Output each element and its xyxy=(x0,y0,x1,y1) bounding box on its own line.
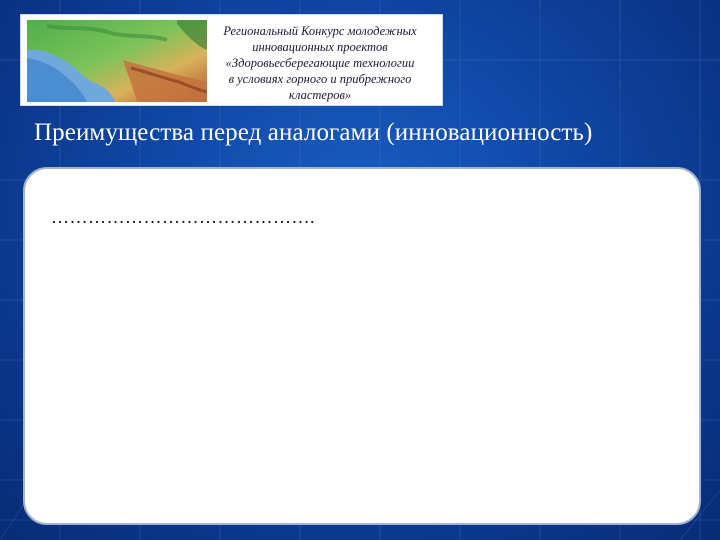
contest-title: Региональный Конкурс молодежных инноваци… xyxy=(199,23,441,103)
body-placeholder[interactable]: ……………………………………. xyxy=(51,207,315,227)
contest-title-line: в условиях горного и прибрежного xyxy=(228,72,412,86)
contest-title-line: Региональный Конкурс молодежных xyxy=(223,24,417,38)
slide-title: Преимущества перед аналогами (инновацион… xyxy=(34,119,593,146)
contest-title-line: «Здоровьесберегающие технологии xyxy=(225,56,415,70)
contest-title-line: кластеров» xyxy=(288,88,352,102)
relief-map-image xyxy=(27,20,207,102)
contest-title-line: инновационных проектов xyxy=(252,40,388,54)
header-banner: Региональный Конкурс молодежных инноваци… xyxy=(20,14,443,106)
content-box[interactable]: ……………………………………. xyxy=(23,167,701,525)
